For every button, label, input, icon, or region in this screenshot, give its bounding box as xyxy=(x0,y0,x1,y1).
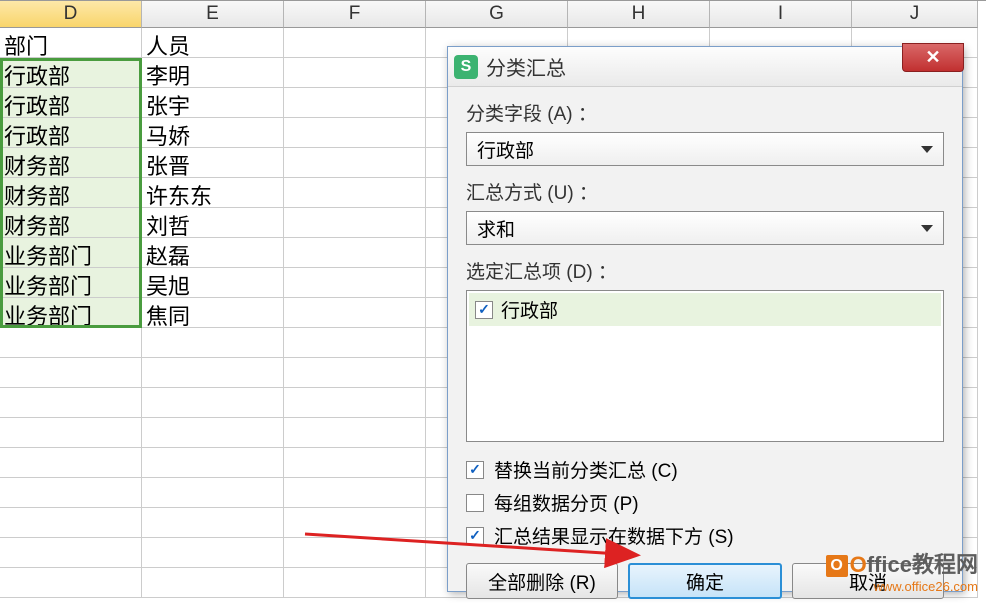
col-header-F[interactable]: F xyxy=(284,1,426,28)
dialog-body: 分类字段 (A) ： 行政部 汇总方式 (U) ： 求和 选定汇总项 (D) ：… xyxy=(448,87,962,611)
cell[interactable] xyxy=(0,418,142,448)
watermark-title: OOffice教程网 xyxy=(826,547,978,579)
dialog-titlebar[interactable]: S 分类汇总 ✕ xyxy=(448,47,962,87)
ok-button[interactable]: 确定 xyxy=(628,563,782,599)
dropdown-value: 求和 xyxy=(477,215,515,242)
cell[interactable]: 许东东 xyxy=(142,178,284,208)
cell[interactable] xyxy=(284,178,426,208)
cell[interactable]: 刘哲 xyxy=(142,208,284,238)
cell[interactable] xyxy=(0,388,142,418)
col-header-J[interactable]: J xyxy=(852,1,978,28)
checkbox-label: 每组数据分页 (P) xyxy=(494,489,639,516)
cell[interactable]: 业务部门 xyxy=(0,238,142,268)
close-button[interactable]: ✕ xyxy=(902,43,964,72)
cell[interactable] xyxy=(284,328,426,358)
cell[interactable] xyxy=(284,508,426,538)
cell[interactable] xyxy=(284,448,426,478)
cell[interactable] xyxy=(0,478,142,508)
items-label: 选定汇总项 (D) ： xyxy=(466,257,944,284)
cell[interactable]: 行政部 xyxy=(0,118,142,148)
chevron-down-icon xyxy=(921,146,933,153)
cell[interactable] xyxy=(284,88,426,118)
cell[interactable] xyxy=(284,538,426,568)
col-header-G[interactable]: G xyxy=(426,1,568,28)
cell[interactable] xyxy=(142,478,284,508)
chevron-down-icon xyxy=(921,225,933,232)
cell[interactable]: 吴旭 xyxy=(142,268,284,298)
col-header-D[interactable]: D xyxy=(0,1,142,28)
method-dropdown[interactable]: 求和 xyxy=(466,211,944,245)
watermark-url: www.office26.com xyxy=(826,579,978,594)
list-item-label: 行政部 xyxy=(501,296,558,323)
cell[interactable] xyxy=(284,58,426,88)
col-header-E[interactable]: E xyxy=(142,1,284,28)
subtotal-dialog: S 分类汇总 ✕ 分类字段 (A) ： 行政部 汇总方式 (U) ： 求和 选定… xyxy=(447,46,963,592)
items-listbox[interactable]: ✓ 行政部 xyxy=(466,290,944,442)
cell[interactable]: 行政部 xyxy=(0,58,142,88)
checkbox-label: 替换当前分类汇总 (C) xyxy=(494,456,678,483)
cell[interactable] xyxy=(142,388,284,418)
cell[interactable] xyxy=(0,328,142,358)
remove-all-button[interactable]: 全部删除 (R) xyxy=(466,563,618,599)
cell[interactable] xyxy=(142,448,284,478)
dialog-title: 分类汇总 xyxy=(486,52,566,81)
cell[interactable]: 焦同 xyxy=(142,298,284,328)
cell[interactable] xyxy=(284,208,426,238)
cell[interactable] xyxy=(0,568,142,598)
cell[interactable]: 财务部 xyxy=(0,208,142,238)
checkbox-pagebreak[interactable]: 每组数据分页 (P) xyxy=(466,489,944,516)
cell[interactable]: 业务部门 xyxy=(0,298,142,328)
cell[interactable]: 李明 xyxy=(142,58,284,88)
checkbox-icon[interactable] xyxy=(466,494,484,512)
cell[interactable] xyxy=(284,478,426,508)
cell[interactable]: 张宇 xyxy=(142,88,284,118)
cell[interactable] xyxy=(284,388,426,418)
cell[interactable]: 部门 xyxy=(0,28,142,58)
checkbox-replace[interactable]: ✓ 替换当前分类汇总 (C) xyxy=(466,456,944,483)
cell[interactable]: 财务部 xyxy=(0,148,142,178)
cell[interactable] xyxy=(0,358,142,388)
method-label: 汇总方式 (U) ： xyxy=(466,178,944,205)
checkbox-icon[interactable]: ✓ xyxy=(466,461,484,479)
cell[interactable] xyxy=(284,298,426,328)
field-dropdown[interactable]: 行政部 xyxy=(466,132,944,166)
cell[interactable] xyxy=(142,358,284,388)
cell[interactable]: 财务部 xyxy=(0,178,142,208)
cell[interactable]: 业务部门 xyxy=(0,268,142,298)
cell[interactable]: 张晋 xyxy=(142,148,284,178)
cell[interactable] xyxy=(284,268,426,298)
cell[interactable] xyxy=(0,448,142,478)
cell[interactable] xyxy=(284,118,426,148)
cell[interactable]: 赵磊 xyxy=(142,238,284,268)
cell[interactable] xyxy=(142,418,284,448)
cell[interactable] xyxy=(284,28,426,58)
cell[interactable]: 行政部 xyxy=(0,88,142,118)
dropdown-value: 行政部 xyxy=(477,136,534,163)
checkbox-icon[interactable]: ✓ xyxy=(466,527,484,545)
watermark-icon: O xyxy=(826,555,848,577)
cell[interactable]: 马娇 xyxy=(142,118,284,148)
cell[interactable] xyxy=(142,508,284,538)
col-header-I[interactable]: I xyxy=(710,1,852,28)
column-header-row: D E F G H I J xyxy=(0,0,986,28)
cell[interactable]: 人员 xyxy=(142,28,284,58)
cell[interactable] xyxy=(142,568,284,598)
cell[interactable] xyxy=(284,358,426,388)
field-label: 分类字段 (A) ： xyxy=(466,99,944,126)
list-item[interactable]: ✓ 行政部 xyxy=(469,293,941,326)
cell[interactable] xyxy=(284,418,426,448)
cell[interactable] xyxy=(284,568,426,598)
cell[interactable] xyxy=(0,538,142,568)
checkbox-below[interactable]: ✓ 汇总结果显示在数据下方 (S) xyxy=(466,522,944,549)
app-icon: S xyxy=(454,55,478,79)
checkbox-label: 汇总结果显示在数据下方 (S) xyxy=(494,522,734,549)
col-header-H[interactable]: H xyxy=(568,1,710,28)
cell[interactable] xyxy=(284,238,426,268)
cell[interactable] xyxy=(142,538,284,568)
cell[interactable] xyxy=(284,148,426,178)
cell[interactable] xyxy=(142,328,284,358)
cell[interactable] xyxy=(0,508,142,538)
checkbox-icon[interactable]: ✓ xyxy=(475,301,493,319)
watermark: OOffice教程网 www.office26.com xyxy=(826,547,978,594)
